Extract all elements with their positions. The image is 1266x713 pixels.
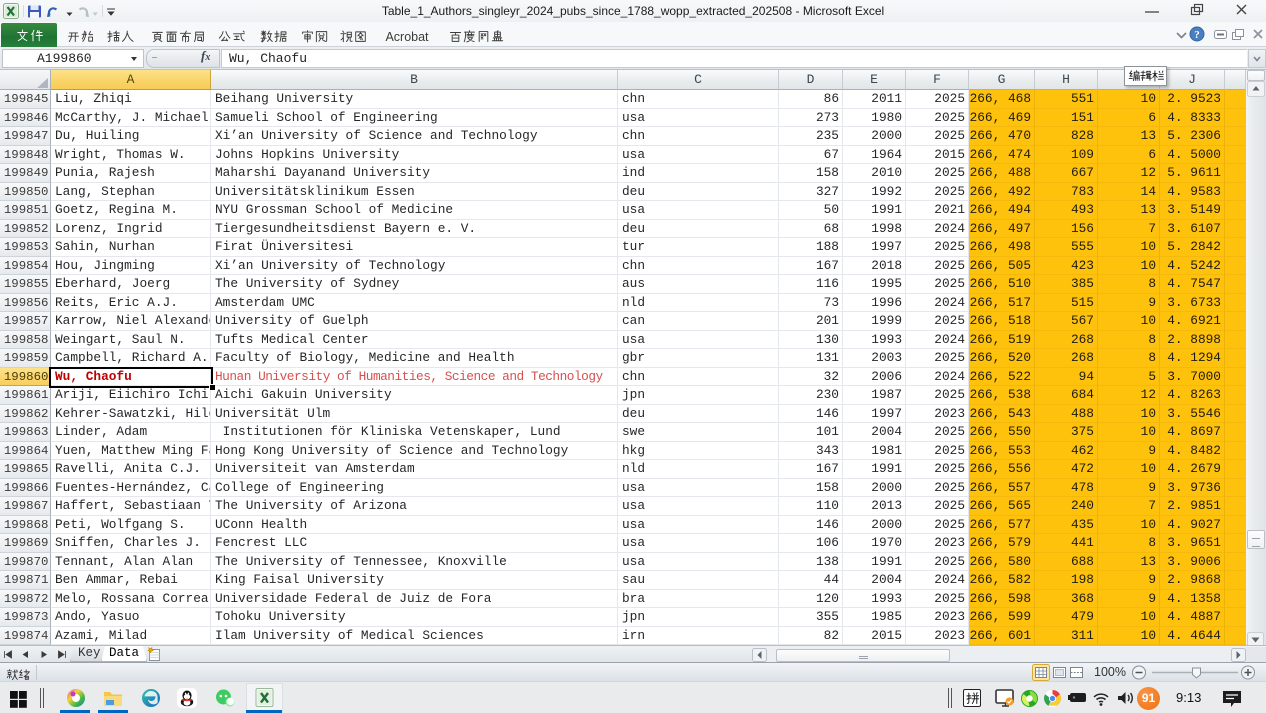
svg-text:?: ? (1194, 29, 1200, 41)
